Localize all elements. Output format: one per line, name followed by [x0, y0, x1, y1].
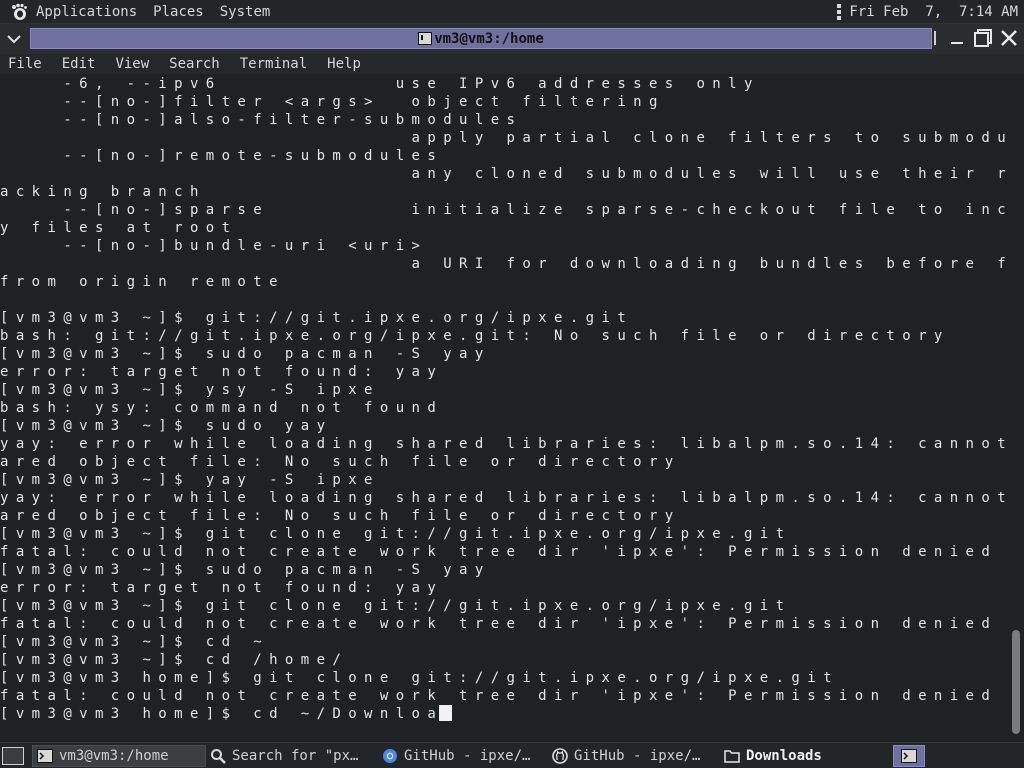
folder-icon — [724, 748, 740, 764]
task-label: GitHub - ipxe/… — [404, 748, 531, 764]
places-menu[interactable]: Places — [153, 4, 204, 20]
terminal-output[interactable]: -6, --ipv6 use IPv6 addresses only --[no… — [0, 74, 1008, 740]
terminal-line: from origin remote — [0, 274, 285, 290]
terminal-line: --[no-]remote-submodules — [0, 148, 444, 164]
chromium-icon — [382, 748, 398, 764]
task-downloads[interactable]: Downloads — [724, 745, 884, 767]
window-menu-button[interactable] — [2, 27, 26, 51]
terminal-line: bash: ysy: command not found — [0, 400, 444, 416]
system-menu[interactable]: System — [220, 4, 271, 20]
terminal-line: fatal: could not create work tree dir 'i… — [0, 616, 998, 632]
bottom-taskbar: vm3@vm3:/home Search for "px… GitHub - i… — [0, 742, 1024, 768]
applications-menu[interactable]: Applications — [36, 4, 137, 20]
menu-file[interactable]: File — [8, 56, 42, 72]
task-label: Downloads — [746, 748, 822, 764]
menu-search[interactable]: Search — [169, 56, 220, 72]
github-icon — [552, 748, 568, 764]
terminal-line: ared object file: No such file or direct… — [0, 508, 681, 524]
terminal-line: --[no-]also-filter-submodules — [0, 112, 523, 128]
window-controls — [934, 27, 1020, 49]
top-panel: Applications Places System Fri Feb 7, 7:… — [0, 0, 1024, 24]
task-github[interactable]: GitHub - ipxe/… — [552, 745, 718, 767]
terminal-line: [vm3@vm3 ~]$ cd /home/ — [0, 652, 349, 668]
terminal-line: [vm3@vm3 ~]$ cd ~ — [0, 634, 270, 650]
task-github-chromium[interactable]: GitHub - ipxe/… — [382, 745, 548, 767]
terminal-line: any cloned submodules will use their rem… — [411, 166, 1008, 182]
gnome-foot-icon[interactable] — [10, 3, 28, 21]
task-label: GitHub - ipxe/… — [574, 748, 701, 764]
maximize-icon — [974, 29, 992, 47]
close-icon — [1001, 30, 1017, 46]
terminal-scrollbar[interactable] — [1008, 74, 1024, 740]
terminal-line: -6, --ipv6 use IPv6 addresses only — [0, 76, 760, 92]
terminal-line: [vm3@vm3 ~]$ yay -S ipxe — [0, 472, 380, 488]
top-panel-right: Fri Feb 7, 7:14 AM — [837, 0, 1018, 24]
menu-terminal[interactable]: Terminal — [240, 56, 307, 72]
menu-help[interactable]: Help — [327, 56, 361, 72]
scrollbar-thumb[interactable] — [1012, 630, 1020, 734]
task-search[interactable]: Search for "px… — [210, 745, 376, 767]
menu-view[interactable]: View — [115, 56, 149, 72]
terminal-line: fatal: could not create work tree dir 'i… — [0, 544, 998, 560]
terminal-icon — [418, 32, 433, 45]
panel-kebab-icon[interactable] — [837, 4, 842, 20]
terminal-line: yay: error while loading shared librarie… — [0, 436, 1008, 452]
close-button[interactable] — [998, 27, 1020, 49]
terminal-line: acking branch — [0, 184, 206, 200]
task-label: Search for "px… — [232, 748, 359, 764]
terminal-line: [vm3@vm3 ~]$ sudo pacman -S yay — [0, 346, 491, 362]
terminal-line: ared object file: No such file or direct… — [0, 454, 681, 470]
terminal-prompt-text: [vm3@vm3 home]$ cd ~/Downloa — [0, 706, 444, 722]
terminal-prompt-line[interactable]: [vm3@vm3 home]$ cd ~/Downloa — [0, 705, 453, 723]
minimize-button[interactable] — [946, 27, 968, 49]
terminal-line: error: target not found: yay — [0, 364, 444, 380]
task-label: vm3@vm3:/home — [59, 748, 169, 764]
minimize-icon — [951, 42, 963, 44]
terminal-line: --[no-]sparse initialize sparse-checkout… — [63, 202, 1008, 218]
window-titlebar[interactable]: vm3@vm3:/home — [0, 24, 1024, 54]
terminal-line: [vm3@vm3 ~]$ git://git.ipxe.org/ipxe.git — [0, 310, 634, 326]
task-terminal[interactable]: vm3@vm3:/home — [32, 745, 206, 767]
terminal-cursor — [439, 705, 453, 721]
terminal-line: [vm3@vm3 home]$ git clone git://git.ipxe… — [0, 670, 839, 686]
top-panel-menus: Applications Places System — [0, 3, 270, 21]
terminal-line: --[no-]filter <args> object filtering — [0, 94, 665, 110]
terminal-line: [vm3@vm3 ~]$ sudo yay — [0, 418, 333, 434]
clock[interactable]: Fri Feb 7, 7:14 AM — [849, 4, 1018, 20]
terminal-line: fatal: could not create work tree dir 'i… — [0, 688, 998, 704]
terminal-line: --[no-]bundle-uri <uri> — [0, 238, 428, 254]
terminal-line: [vm3@vm3 ~]$ ysy -S ipxe — [0, 382, 380, 398]
terminal-line: apply partial clone filters to submodule… — [0, 130, 1008, 146]
search-icon — [210, 748, 226, 764]
terminal-line: bash: git://git.ipxe.org/ipxe.git: No su… — [0, 328, 950, 344]
terminal-icon — [37, 748, 53, 764]
window-title-box: vm3@vm3:/home — [30, 28, 932, 49]
terminal-line: y files at root — [0, 220, 238, 236]
window-title: vm3@vm3:/home — [434, 30, 544, 47]
terminal-line: error: target not found: yay — [0, 580, 444, 596]
terminal-line: [vm3@vm3 ~]$ git clone git://git.ipxe.or… — [0, 526, 792, 542]
menu-edit[interactable]: Edit — [62, 56, 96, 72]
terminal-line: a URI for downloading bundles before fet… — [411, 256, 1008, 272]
tray-terminal-icon[interactable] — [893, 745, 925, 767]
terminal-line: [vm3@vm3 ~]$ sudo pacman -S yay — [0, 562, 491, 578]
terminal-line: yay: error while loading shared librarie… — [0, 490, 1008, 506]
show-desktop-button[interactable] — [2, 746, 24, 765]
maximize-button[interactable] — [972, 27, 994, 49]
chevron-down-icon — [7, 35, 21, 44]
terminal-menubar: File Edit View Search Terminal Help — [0, 54, 1024, 74]
terminal-line: [vm3@vm3 ~]$ git clone git://git.ipxe.or… — [0, 598, 792, 614]
titlebar-separator — [934, 31, 936, 45]
